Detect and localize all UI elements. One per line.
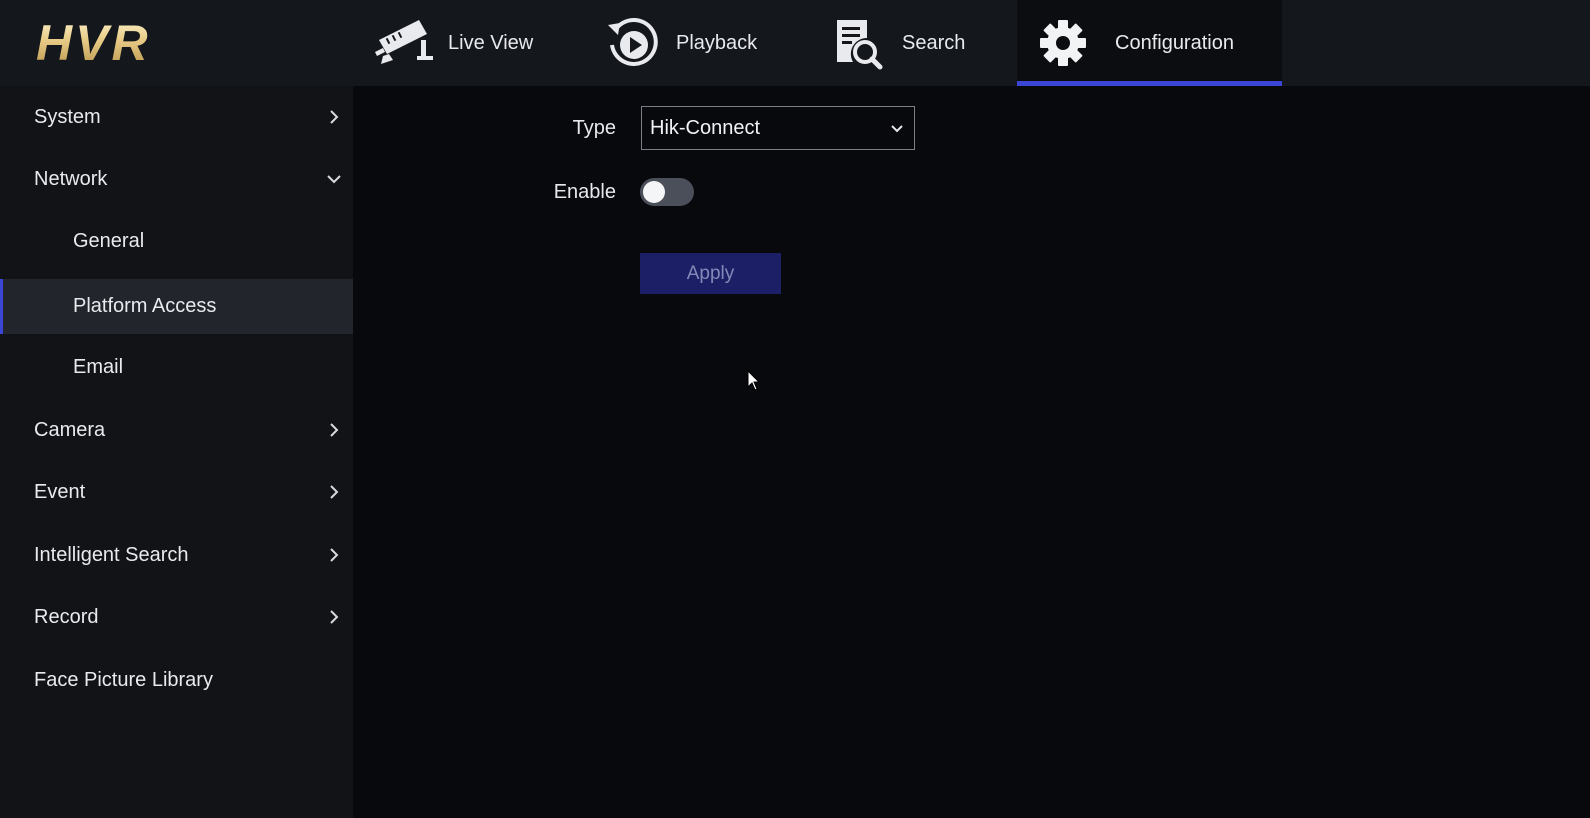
sidebar-item-face-picture-library[interactable]: Face Picture Library	[0, 653, 353, 708]
apply-button[interactable]: Apply	[640, 253, 781, 294]
tab-playback-label: Playback	[676, 31, 758, 54]
tab-live-view-label: Live View	[448, 31, 534, 54]
tab-live-view[interactable]: Live View	[372, 0, 572, 86]
chevron-right-icon	[330, 610, 339, 624]
sidebar-item-label: Record	[34, 606, 99, 628]
playback-icon	[600, 13, 664, 73]
sidebar-item-label: System	[34, 106, 101, 128]
tab-configuration[interactable]: Configuration	[1017, 0, 1282, 86]
sidebar-item-system[interactable]: System	[0, 90, 353, 145]
sidebar-item-platform-access[interactable]: Platform Access	[0, 279, 353, 334]
chevron-down-icon	[327, 175, 341, 184]
sidebar-item-event[interactable]: Event	[0, 465, 353, 520]
sidebar-item-network[interactable]: Network	[0, 152, 353, 207]
chevron-right-icon	[330, 423, 339, 437]
chevron-right-icon	[330, 548, 339, 562]
sidebar: System Network General Platform Access E…	[0, 86, 353, 818]
tab-search-label: Search	[902, 31, 966, 54]
sidebar-item-label: Intelligent Search	[34, 544, 189, 566]
enable-toggle[interactable]	[640, 178, 694, 206]
sidebar-item-label: Camera	[34, 419, 106, 441]
sidebar-item-record[interactable]: Record	[0, 590, 353, 645]
sidebar-item-label: General	[73, 230, 145, 252]
sidebar-item-email[interactable]: Email	[0, 340, 353, 395]
tab-search[interactable]: Search	[826, 0, 1006, 86]
tab-playback[interactable]: Playback	[600, 0, 800, 86]
toggle-knob	[643, 181, 665, 203]
sidebar-item-label: Platform Access	[73, 295, 217, 317]
chevron-down-icon	[891, 125, 903, 133]
search-icon	[826, 13, 890, 73]
type-label: Type	[572, 117, 616, 139]
top-nav-bar: HVR Live View Playback Search Configurat…	[0, 0, 1590, 86]
sidebar-item-label: Email	[73, 356, 124, 378]
gear-icon	[1031, 13, 1095, 73]
camera-icon	[372, 13, 436, 73]
sidebar-item-camera[interactable]: Camera	[0, 403, 353, 458]
chevron-right-icon	[330, 485, 339, 499]
enable-label: Enable	[553, 181, 616, 203]
sidebar-item-general[interactable]: General	[0, 214, 353, 269]
sidebar-item-label: Event	[34, 481, 86, 503]
app-logo: HVR	[36, 15, 151, 71]
sidebar-item-label: Network	[34, 168, 108, 190]
type-select[interactable]: Hik-Connect	[641, 106, 915, 150]
tab-configuration-label: Configuration	[1115, 31, 1234, 54]
sidebar-item-intelligent-search[interactable]: Intelligent Search	[0, 528, 353, 583]
sidebar-item-label: Face Picture Library	[34, 669, 213, 691]
mouse-cursor-icon	[747, 370, 761, 391]
chevron-right-icon	[330, 110, 339, 124]
type-select-value: Hik-Connect	[650, 116, 761, 139]
